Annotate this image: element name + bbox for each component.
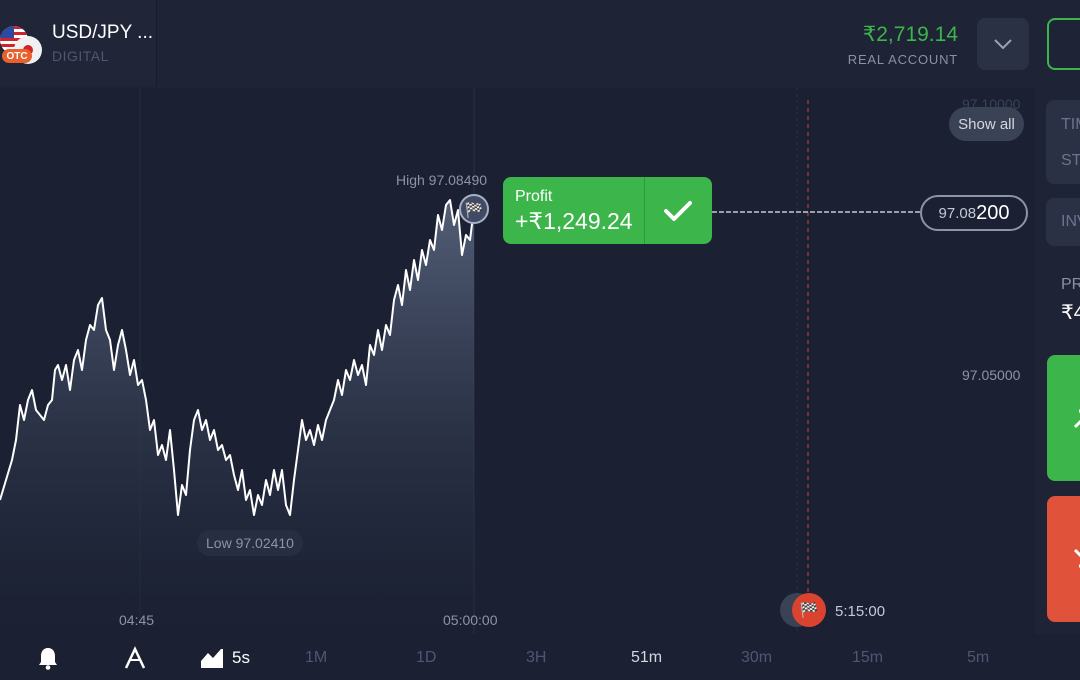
- time-strike-card[interactable]: TIME STRIKE: [1046, 100, 1080, 184]
- arrow-up-icon: [1073, 409, 1080, 429]
- top-header: OTC USD/JPY ... DIGITAL ₹2,719.14 REAL A…: [0, 0, 1080, 88]
- account-dropdown-button[interactable]: [977, 18, 1029, 70]
- call-button[interactable]: [1047, 355, 1080, 481]
- profit-amount: +₹1,249.24: [515, 208, 633, 234]
- payout-label: PROFIT: [1061, 276, 1080, 293]
- asset-type: DIGITAL: [52, 48, 109, 64]
- chart-type-icon[interactable]: [199, 645, 225, 671]
- trading-app: OTC USD/JPY ... DIGITAL ₹2,719.14 REAL A…: [0, 0, 1080, 680]
- strike-label: STRIKE: [1061, 152, 1080, 169]
- timeframe-option[interactable]: 15m: [852, 649, 883, 667]
- otc-badge: OTC: [2, 49, 32, 63]
- investment-card[interactable]: INVESTMENT: [1046, 198, 1080, 246]
- timeframe-option[interactable]: 1D: [416, 649, 436, 667]
- chart-canvas: 🏁: [0, 88, 922, 634]
- price-area: [0, 200, 474, 634]
- chevron-down-icon: [994, 39, 1012, 50]
- timeframe-option[interactable]: 5m: [967, 649, 989, 667]
- checkmark-icon[interactable]: [644, 177, 712, 244]
- expiry-flag-icon: 🏁: [792, 593, 826, 627]
- timeframe-option[interactable]: 51m: [631, 649, 662, 667]
- high-price-label: High 97.08490: [396, 172, 488, 188]
- profit-notification[interactable]: Profit +₹1,249.24: [503, 177, 712, 244]
- time-axis-label: 05:00:00: [443, 612, 498, 628]
- deposit-button[interactable]: [1047, 18, 1080, 70]
- drawing-tools-icon[interactable]: [122, 645, 148, 671]
- current-price-tail: 200: [976, 201, 1010, 224]
- current-price-pill: 97.08 200: [920, 195, 1028, 231]
- show-all-button[interactable]: Show all: [949, 107, 1024, 141]
- bell-icon[interactable]: [35, 645, 61, 671]
- asset-name: USD/JPY ...: [52, 22, 154, 43]
- price-chart[interactable]: 🏁 97.10000: [0, 88, 1035, 634]
- timeframe-active[interactable]: 5s: [232, 648, 250, 668]
- payout-value: ₹4: [1061, 302, 1080, 324]
- timeframe-option[interactable]: 30m: [741, 649, 772, 667]
- time-label: TIME: [1061, 116, 1080, 133]
- timeframe-option[interactable]: 3H: [526, 649, 546, 667]
- time-axis-label: 04:45: [119, 612, 155, 628]
- expiry-time: 5:15:00: [835, 603, 886, 620]
- timeframe-option[interactable]: 1M: [305, 649, 327, 667]
- put-button[interactable]: [1047, 496, 1080, 622]
- arrow-down-icon: [1073, 548, 1080, 568]
- current-price-main: 97.08: [938, 204, 977, 222]
- investment-label: INVESTMENT: [1061, 213, 1080, 230]
- account-label: REAL ACCOUNT: [847, 52, 958, 67]
- profit-label: Profit: [515, 188, 553, 205]
- asset-selector[interactable]: OTC USD/JPY ... DIGITAL: [0, 0, 157, 86]
- checkered-flag-icon: 🏁: [465, 201, 484, 219]
- account-balance: ₹2,719.14: [862, 23, 958, 46]
- low-price-label: Low 97.02410: [197, 530, 303, 556]
- axis-price-label: 97.05000: [962, 367, 1021, 383]
